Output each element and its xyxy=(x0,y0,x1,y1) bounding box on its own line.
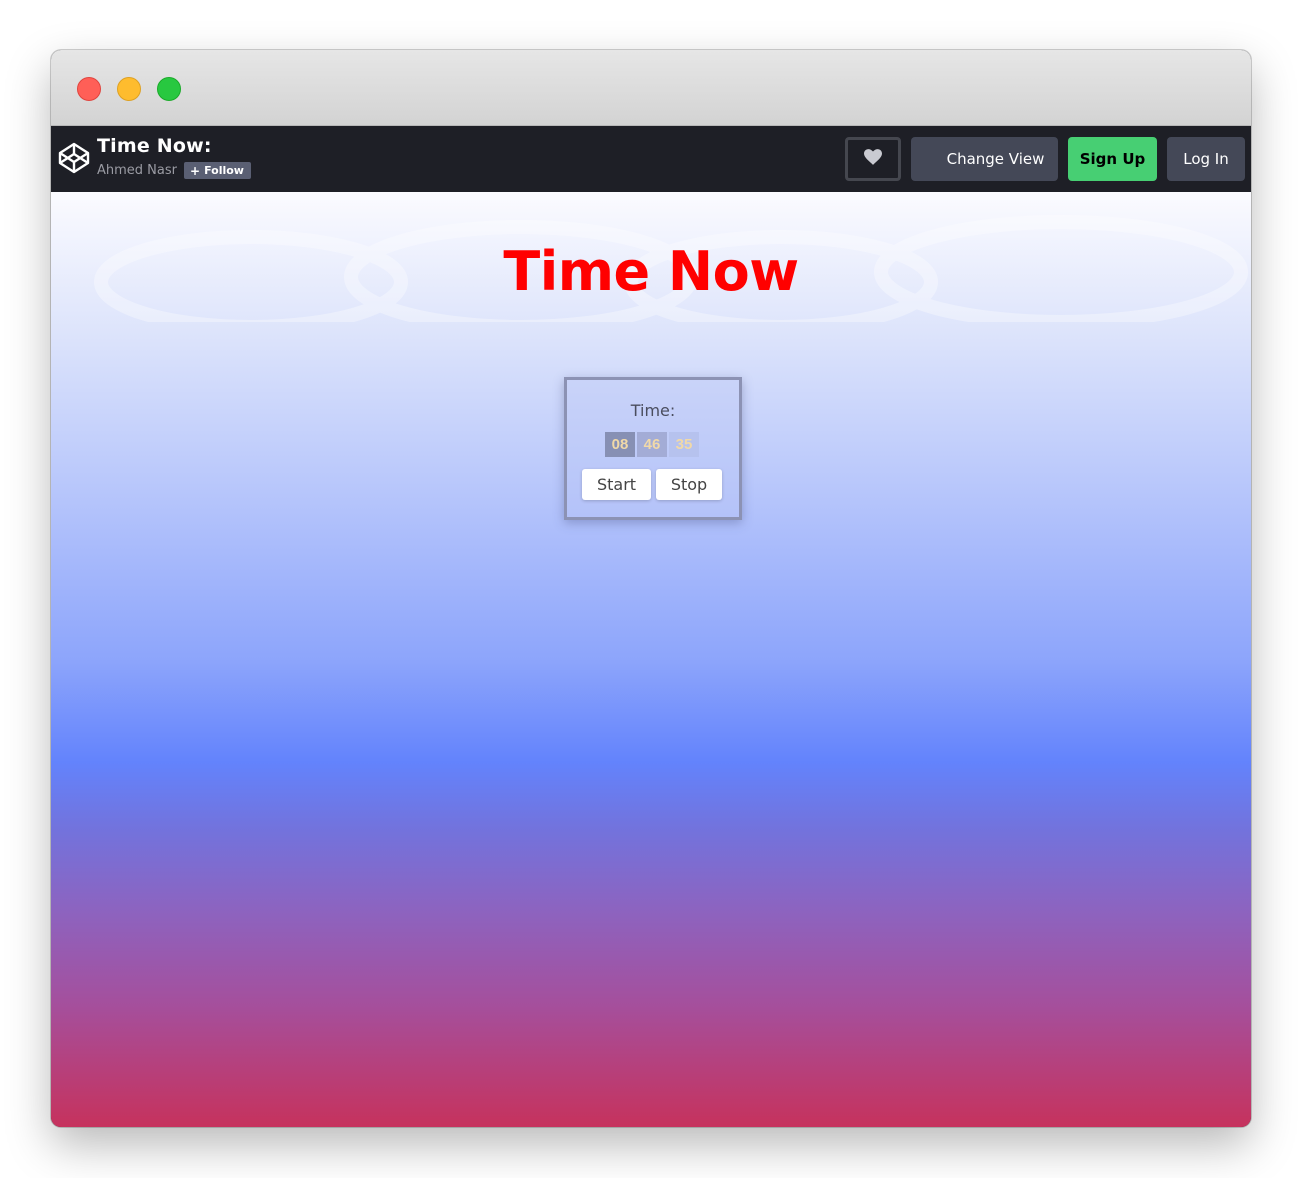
like-button[interactable] xyxy=(845,137,901,181)
codepen-header: Time Now: Ahmed Nasr + Follow Change Vie… xyxy=(51,126,1251,192)
sign-up-button[interactable]: Sign Up xyxy=(1068,137,1157,181)
author-row: Ahmed Nasr + Follow xyxy=(97,162,251,179)
clock-label: Time: xyxy=(630,401,676,420)
pen-title: Time Now: xyxy=(97,135,212,157)
start-button[interactable]: Start xyxy=(582,469,651,500)
codepen-logo-icon[interactable] xyxy=(58,142,90,174)
plus-icon: + xyxy=(190,163,201,178)
pen-preview: Time Now Time: 08 46 35 Start Stop xyxy=(51,192,1251,1127)
clock-hours: 08 xyxy=(605,432,635,457)
log-in-button[interactable]: Log In xyxy=(1167,137,1245,181)
follow-button[interactable]: + Follow xyxy=(184,162,251,179)
window-titlebar xyxy=(51,50,1251,126)
clock-minutes: 46 xyxy=(637,432,667,457)
page-title: Time Now xyxy=(503,240,799,303)
clock-seconds: 35 xyxy=(669,432,699,457)
change-view-button[interactable]: Change View xyxy=(911,137,1058,181)
minimize-window-button[interactable] xyxy=(117,77,141,101)
clock-widget: Time: 08 46 35 Start Stop xyxy=(564,377,742,520)
follow-label: Follow xyxy=(204,164,244,177)
author-name[interactable]: Ahmed Nasr xyxy=(97,163,177,178)
stop-button[interactable]: Stop xyxy=(656,469,722,500)
maximize-window-button[interactable] xyxy=(157,77,181,101)
heart-icon xyxy=(864,148,882,170)
browser-window: Time Now: Ahmed Nasr + Follow Change Vie… xyxy=(51,50,1251,1127)
clock-digits: 08 46 35 xyxy=(605,432,699,457)
close-window-button[interactable] xyxy=(77,77,101,101)
